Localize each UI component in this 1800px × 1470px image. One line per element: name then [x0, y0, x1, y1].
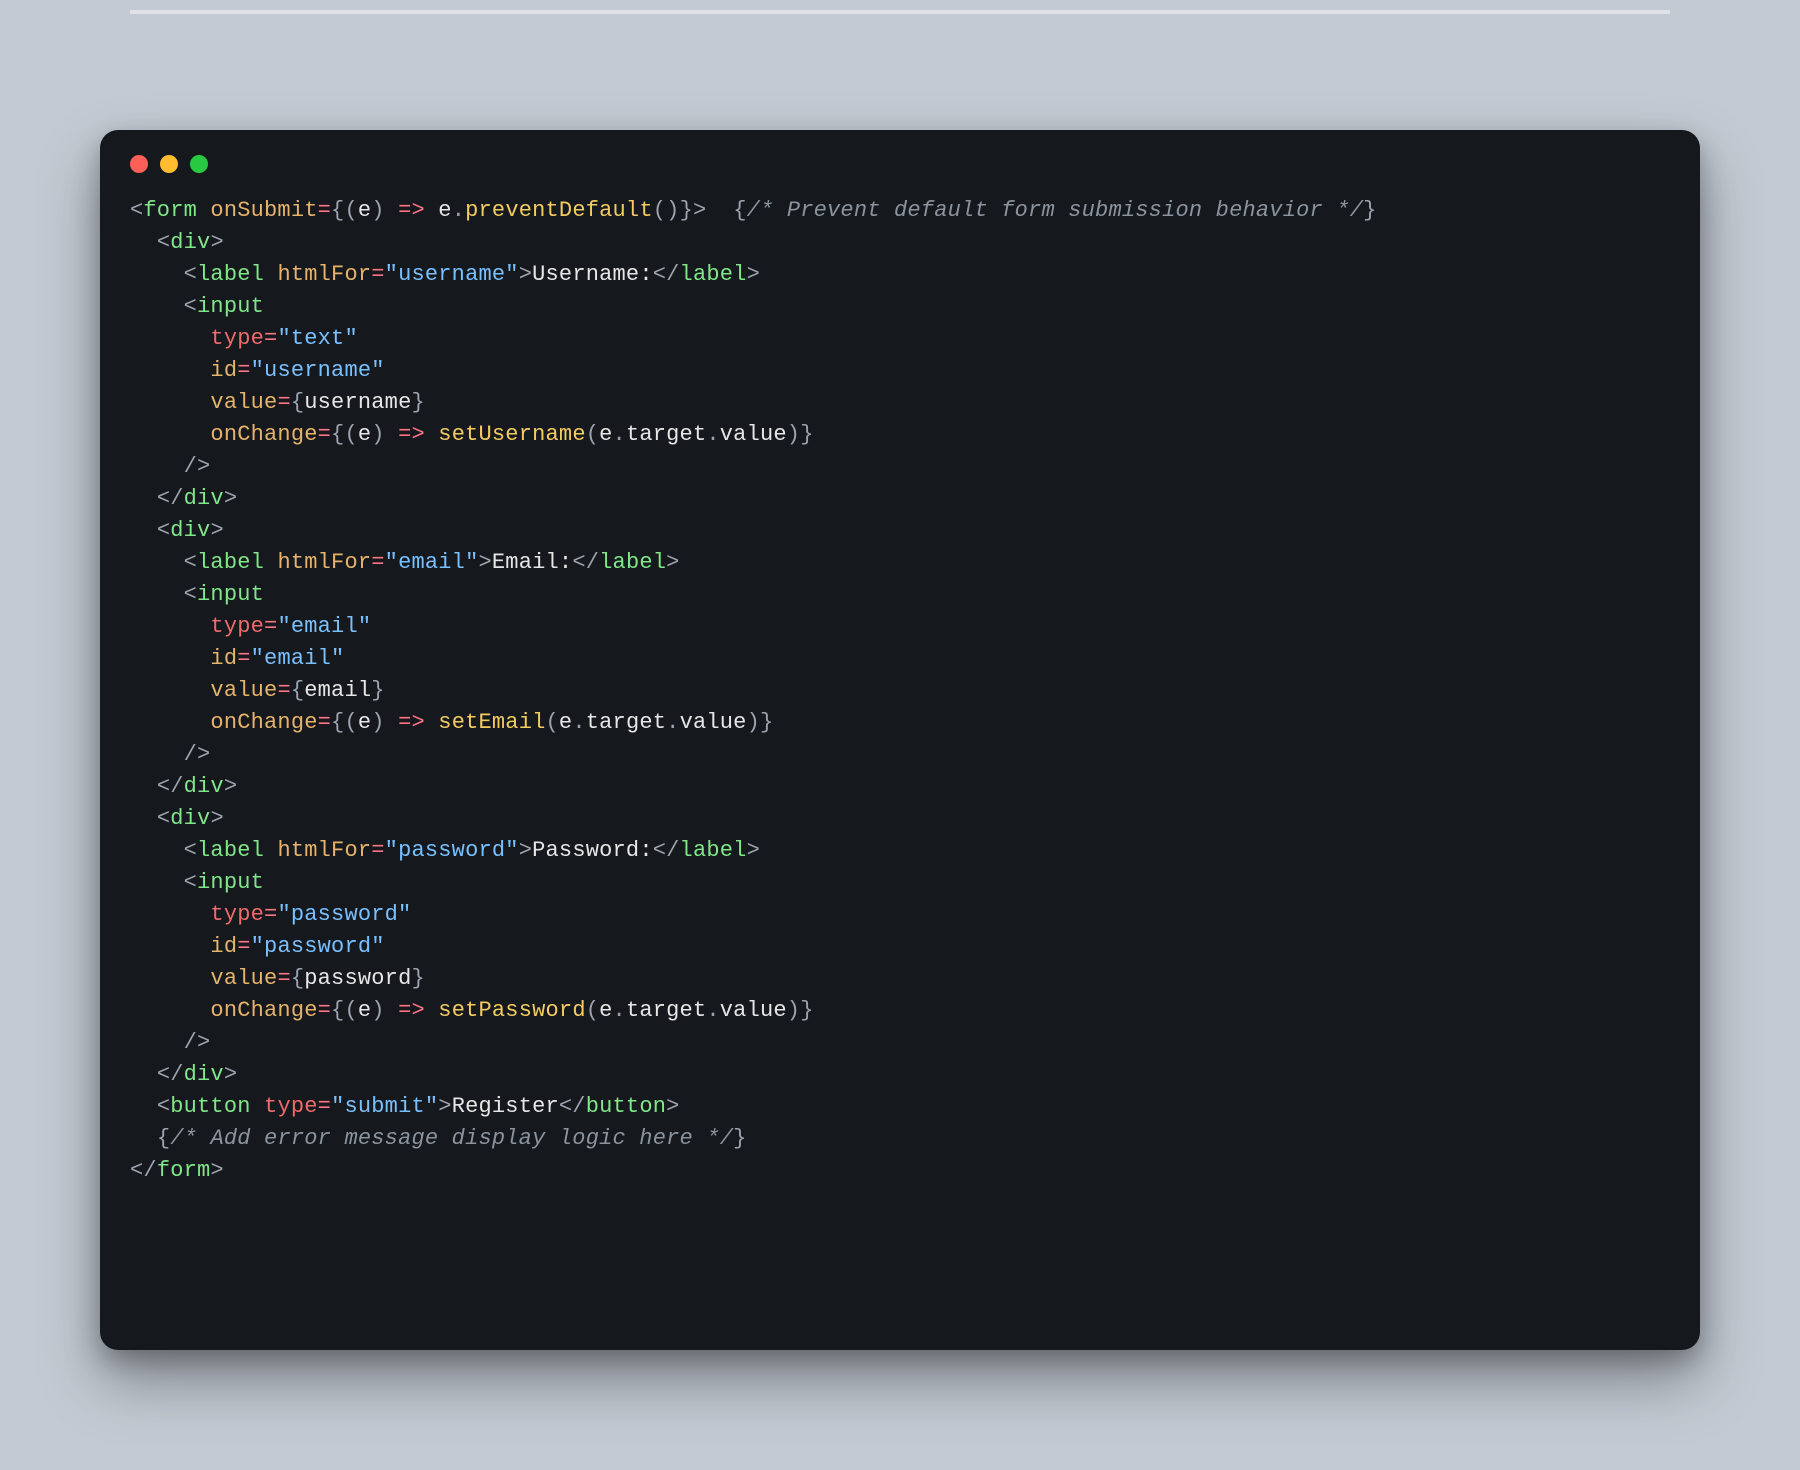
code-line: onChange={(e) => setEmail(e.target.value… [130, 710, 773, 735]
code-line: <label htmlFor="email">Email:</label> [130, 550, 680, 575]
code-line: id="email" [130, 646, 344, 671]
label-text: Password: [532, 838, 653, 863]
code-line: <div> [130, 518, 224, 543]
code-line: <div> [130, 230, 224, 255]
code-block: <form onSubmit={(e) => e.preventDefault(… [130, 195, 1670, 1187]
code-line: <div> [130, 806, 224, 831]
code-line: </form> [130, 1158, 224, 1183]
code-line: type="text" [130, 326, 358, 351]
code-line: onChange={(e) => setUsername(e.target.va… [130, 422, 814, 447]
code-line: <input [130, 582, 264, 607]
code-line: <input [130, 870, 264, 895]
button-text: Register [452, 1094, 559, 1119]
window-close-icon[interactable] [130, 155, 148, 173]
code-line: <button type="submit">Register</button> [130, 1094, 680, 1119]
code-line: </div> [130, 774, 237, 799]
code-line: type="email" [130, 614, 371, 639]
window-zoom-icon[interactable] [190, 155, 208, 173]
window-traffic-lights [130, 155, 1670, 173]
code-line: value={password} [130, 966, 425, 991]
code-line: <input [130, 294, 264, 319]
code-line: <label htmlFor="username">Username:</lab… [130, 262, 760, 287]
label-text: Email: [492, 550, 572, 575]
window-minimize-icon[interactable] [160, 155, 178, 173]
top-divider [130, 10, 1670, 14]
code-line: id="username" [130, 358, 385, 383]
code-line: </div> [130, 486, 237, 511]
label-text: Username: [532, 262, 653, 287]
code-line: value={email} [130, 678, 385, 703]
code-line: /> [130, 454, 210, 479]
code-line: <label htmlFor="password">Password:</lab… [130, 838, 760, 863]
code-line: /> [130, 742, 210, 767]
comment-top: Prevent default form submission behavior [787, 198, 1323, 223]
code-line: /> [130, 1030, 210, 1055]
code-line: value={username} [130, 390, 425, 415]
code-line: type="password" [130, 902, 411, 927]
code-line: onChange={(e) => setPassword(e.target.va… [130, 998, 814, 1023]
code-line: {/* Add error message display logic here… [130, 1126, 747, 1151]
code-line: id="password" [130, 934, 385, 959]
code-editor-window: <form onSubmit={(e) => e.preventDefault(… [100, 130, 1700, 1350]
code-line: <form onSubmit={(e) => e.preventDefault(… [130, 198, 1377, 223]
code-line: </div> [130, 1062, 237, 1087]
comment-bottom: Add error message display logic here [210, 1126, 692, 1151]
